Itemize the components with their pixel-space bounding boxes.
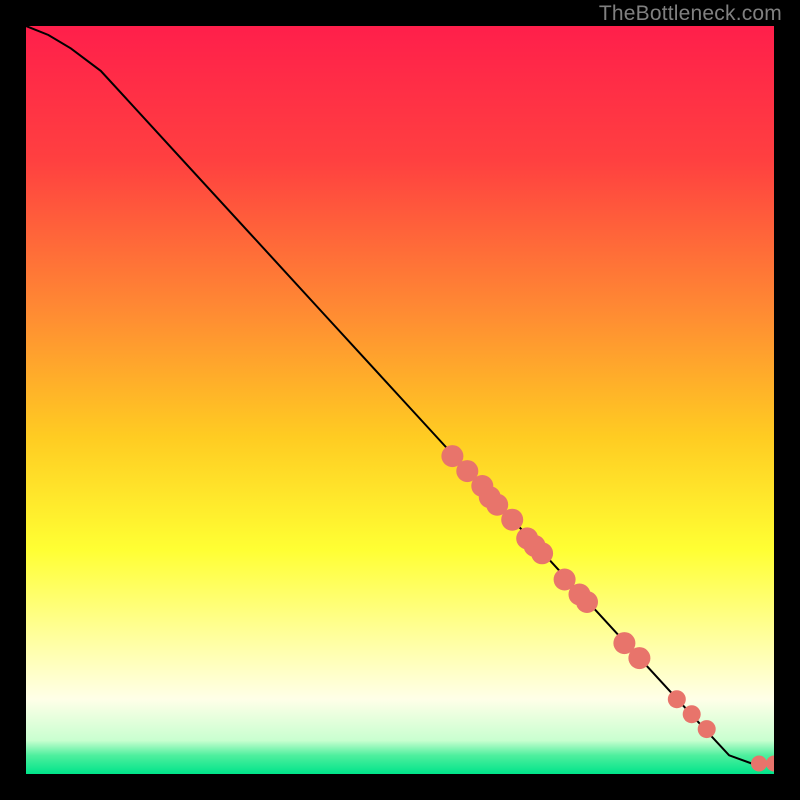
attribution-label: TheBottleneck.com xyxy=(599,2,782,26)
bottleneck-chart xyxy=(26,26,774,774)
sample-point xyxy=(668,690,686,708)
plot-area xyxy=(26,26,774,774)
sample-point xyxy=(628,647,650,669)
sample-point xyxy=(531,542,553,564)
chart-stage: TheBottleneck.com xyxy=(0,0,800,800)
sample-point xyxy=(683,705,701,723)
sample-point xyxy=(576,591,598,613)
sample-point xyxy=(501,509,523,531)
sample-point xyxy=(751,756,767,772)
gradient-background xyxy=(26,26,774,774)
sample-point xyxy=(698,720,716,738)
